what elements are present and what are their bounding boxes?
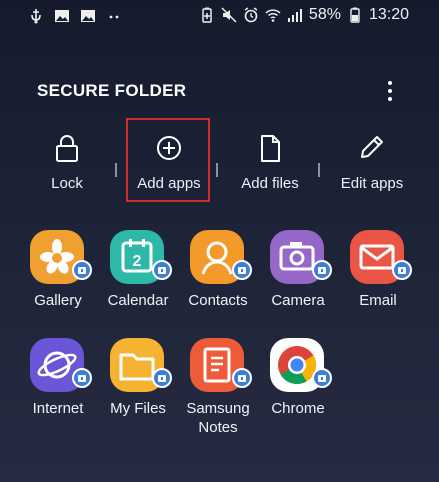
svg-text:2: 2 (133, 253, 142, 270)
add-files-label: Add files (241, 175, 299, 192)
mute-icon (221, 7, 237, 23)
image-icon (81, 10, 95, 22)
lock-label: Lock (51, 175, 83, 192)
add-apps-highlight-box (126, 118, 210, 202)
secure-folder-badge-icon (312, 368, 332, 388)
app-gallery[interactable]: Gallery (16, 230, 100, 340)
more-vert-icon[interactable] (381, 79, 399, 105)
wifi-icon (265, 9, 281, 22)
edit-apps-button[interactable]: Edit apps (327, 120, 417, 204)
page-title: SECURE FOLDER (37, 81, 187, 100)
secure-folder-badge-icon (232, 260, 252, 280)
app-calendar[interactable]: 2 Calendar (96, 230, 180, 340)
secure-folder-badge-icon (312, 260, 332, 280)
action-divider (216, 163, 218, 177)
clock: 13:20 (368, 6, 409, 23)
app-label: Chrome (271, 400, 325, 417)
alarm-icon (244, 7, 258, 23)
file-icon (261, 135, 280, 162)
app-internet[interactable]: Internet (16, 338, 100, 448)
secure-folder-badge-icon (232, 368, 252, 388)
action-divider (115, 163, 117, 177)
app-label: Email (359, 292, 397, 309)
battery-percentage: 58% (308, 6, 341, 23)
status-bar: 58% 13:20 (0, 0, 439, 32)
add-files-button[interactable]: Add files (225, 120, 315, 204)
app-samsung-notes[interactable]: Samsung Notes (176, 338, 260, 448)
image-icon (55, 10, 69, 22)
usb-debug-icon (31, 9, 41, 24)
signal-icon (287, 9, 302, 22)
app-camera[interactable]: Camera (256, 230, 340, 340)
secure-folder-badge-icon (152, 260, 172, 280)
battery-saver-icon (202, 7, 212, 23)
secure-folder-badge-icon (72, 260, 92, 280)
status-right: 58% 13:20 (199, 6, 409, 24)
pencil-icon (361, 136, 383, 158)
secure-folder-badge-icon (152, 368, 172, 388)
battery-icon (350, 7, 360, 23)
edit-apps-label: Edit apps (340, 175, 404, 192)
status-left (28, 8, 122, 24)
app-contacts[interactable]: Contacts (176, 230, 260, 340)
action-divider (318, 163, 320, 177)
app-email[interactable]: Email (336, 230, 420, 340)
secure-folder-badge-icon (392, 260, 412, 280)
lock-icon (56, 135, 78, 162)
app-chrome[interactable]: Chrome (256, 338, 340, 448)
secure-folder-badge-icon (72, 368, 92, 388)
more-notifications-icon (109, 15, 119, 19)
lock-action-button[interactable]: Lock (22, 120, 112, 204)
